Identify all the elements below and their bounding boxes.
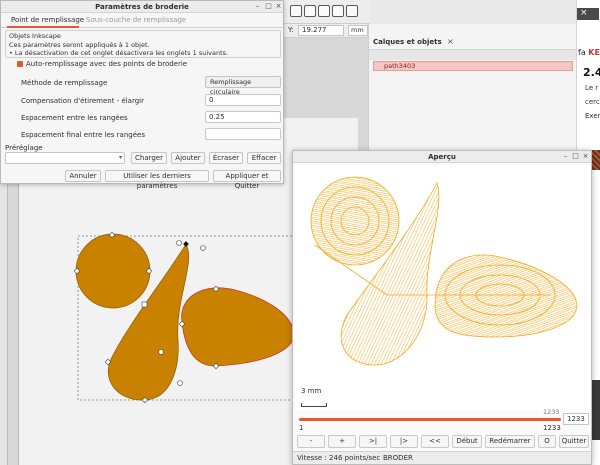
selected-node[interactable]	[183, 241, 189, 247]
cancel-button[interactable]: Annuler	[65, 170, 101, 182]
doc-text-fragment: Exer	[585, 112, 600, 120]
apply-quit-button[interactable]: Appliquer et Quitter	[213, 170, 281, 190]
load-button[interactable]: Charger	[131, 152, 167, 164]
doc-text-fragment: cerc	[585, 98, 600, 106]
close-icon[interactable]: ×	[274, 2, 283, 11]
slower-button[interactable]: -	[297, 435, 325, 448]
close-icon[interactable]: ×	[580, 8, 588, 18]
preset-label: Préréglage	[5, 144, 43, 152]
slider-min-label: 1	[299, 424, 304, 432]
delete-button[interactable]: Effacer	[247, 152, 281, 164]
slider-fill	[299, 418, 561, 421]
inkscape-objects-group: Objets Inkscape Ces paramètres seront ap…	[5, 30, 281, 58]
reverse-button[interactable]: <<	[421, 435, 449, 448]
params-title: Paramètres de broderie	[95, 3, 189, 11]
scale-label: 3 mm	[301, 387, 322, 395]
minimize-icon[interactable]: –	[561, 152, 570, 161]
params-tabbar: Point de remplissage Sous-couche de remp…	[1, 14, 285, 28]
embroidery-params-dialog: Paramètres de broderie – □ × Point de re…	[0, 0, 285, 190]
compensation-label: Compensation d'étirement - élargir	[21, 97, 144, 105]
close-icon[interactable]: ×	[581, 152, 590, 161]
stitch-slider[interactable]: 1233 1 1233	[299, 408, 561, 436]
use-last-settings-button[interactable]: Utiliser les derniers paramètres	[105, 170, 209, 190]
fill-method-select[interactable]: Remplissage circulaire	[205, 76, 281, 96]
close-icon[interactable]: ×	[447, 37, 454, 46]
active-tab-indicator	[7, 26, 79, 28]
speed-status: Vitesse : 246 points/sec	[297, 454, 381, 462]
params-titlebar[interactable]: Paramètres de broderie	[1, 1, 283, 13]
add-button[interactable]: Ajouter	[171, 152, 205, 164]
step-forward-button[interactable]: |>	[390, 435, 418, 448]
start-button[interactable]: Début	[452, 435, 482, 448]
preview-title: Aperçu	[428, 153, 456, 161]
auto-fill-label: Auto-remplissage avec des points de brod…	[26, 60, 188, 68]
preset-combo[interactable]: ▾	[5, 152, 125, 164]
layers-tabbar: Calques et objets ×	[369, 36, 577, 50]
stitch-render	[310, 176, 578, 366]
teardrop-shape[interactable]	[181, 287, 295, 367]
slider-current-value: 1233	[543, 408, 560, 416]
fill-method-label: Méthode de remplissage	[21, 79, 108, 87]
auto-fill-checkbox[interactable]	[17, 61, 23, 67]
tab-fill-stitch[interactable]: Point de remplissage	[11, 16, 84, 24]
stitch-preview-canvas[interactable]	[295, 165, 591, 411]
row-spacing-input[interactable]: 0.25	[205, 111, 281, 123]
overwrite-button[interactable]: Écraser	[209, 152, 243, 164]
preview-status-bar: Vitesse : 246 points/sec BRODER	[293, 451, 591, 464]
stitch-count-input[interactable]: 1233	[563, 413, 589, 425]
layer-item-path[interactable]: path3403	[373, 61, 573, 71]
restart-button[interactable]: Redémarrer	[485, 435, 535, 448]
group-info-line: Ces paramètres seront appliqués à 1 obje…	[9, 41, 150, 49]
quit-button[interactable]: Quitter	[559, 435, 589, 448]
group-info-line: • La désactivation de cet onglet désacti…	[9, 49, 229, 57]
circle-shape[interactable]	[75, 233, 151, 309]
preview-window: Aperçu – □ × 3 mm 1233 1 1233 1233 - + >…	[292, 150, 592, 465]
minimize-icon[interactable]: –	[253, 2, 262, 11]
doc-fragment-1: fa KE	[578, 48, 600, 57]
step-back-button[interactable]: >|	[359, 435, 387, 448]
doc-text-fragment: Le r	[585, 84, 599, 92]
mode-status: BRODER	[383, 454, 413, 462]
tab-underlay[interactable]: Sous-couche de remplissage	[86, 16, 186, 24]
layer-item-label: path3403	[384, 62, 416, 70]
chevron-down-icon[interactable]: ▾	[119, 154, 122, 161]
group-title: Objets Inkscape	[9, 32, 61, 40]
maximize-icon[interactable]: □	[264, 2, 273, 11]
pause-button[interactable]: O	[538, 435, 556, 448]
scale-bar	[301, 403, 327, 407]
layers-list-header	[369, 50, 577, 60]
preview-controls: - + >| |> << Début Redémarrer O Quitter	[297, 435, 589, 449]
row-spacing-label: Espacement entre les rangées	[21, 114, 128, 122]
doc-heading-fragment: 2.4	[583, 66, 600, 79]
end-row-spacing-label: Espacement final entre les rangées	[21, 131, 145, 139]
compensation-input[interactable]: 0	[205, 94, 281, 106]
end-row-spacing-input[interactable]	[205, 128, 281, 140]
maximize-icon[interactable]: □	[571, 152, 580, 161]
slider-max-label: 1233	[543, 424, 561, 432]
preview-titlebar[interactable]: Aperçu	[293, 151, 591, 163]
tab-layers-objects[interactable]: Calques et objets	[373, 38, 442, 46]
faster-button[interactable]: +	[328, 435, 356, 448]
